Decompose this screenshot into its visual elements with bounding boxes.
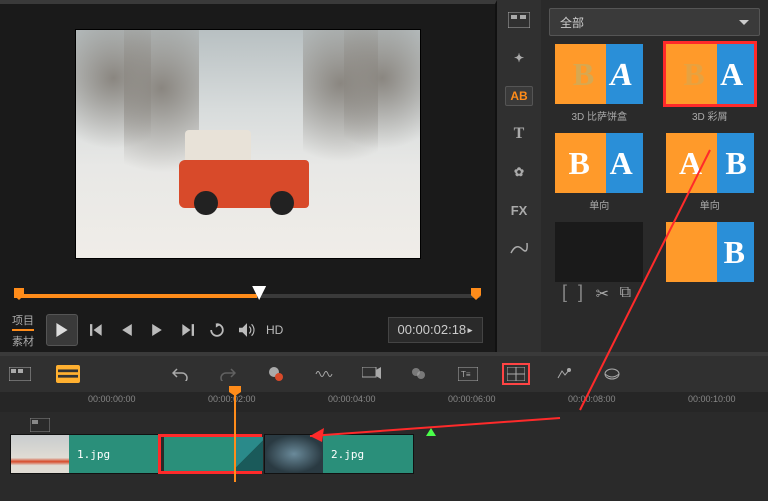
audio-mixer-icon[interactable]	[312, 365, 336, 383]
video-track-icon[interactable]	[29, 416, 51, 434]
redo-icon[interactable]	[216, 365, 240, 383]
skip-start-button[interactable]	[86, 319, 108, 341]
category-sidebar: ✦ AB T ✿ FX	[497, 0, 541, 352]
motion-track-icon[interactable]	[552, 365, 576, 383]
pan-zoom-icon[interactable]	[600, 365, 624, 383]
play-button[interactable]	[46, 314, 78, 346]
title-category-icon[interactable]: T	[505, 124, 533, 144]
preview-panel: [ ] ✂ ⧉ 项目 素材 HD 00:00:02:18▸	[0, 0, 497, 352]
transition-thumb[interactable]: AB单向	[660, 133, 761, 212]
prev-frame-button[interactable]	[116, 319, 138, 341]
transition-thumb[interactable]: BA3D 彩屑	[660, 44, 761, 123]
transition-thumb[interactable]: BA单向	[549, 133, 650, 212]
graphic-category-icon[interactable]: ✿	[505, 162, 533, 182]
skip-end-button[interactable]	[176, 319, 198, 341]
mark-out-icon[interactable]: ]	[578, 282, 583, 303]
timeline-panel: T≡ 00:00:00:00 00:00:02:00 00:00:04:00 0…	[0, 352, 768, 501]
timecode-display[interactable]: 00:00:02:18▸	[388, 317, 483, 343]
timeline-ruler[interactable]: 00:00:00:00 00:00:02:00 00:00:04:00 00:0…	[0, 392, 768, 412]
timeline-view-icon[interactable]	[56, 365, 80, 383]
auto-music-icon[interactable]	[360, 365, 384, 383]
transition-thumb[interactable]: BA3D 比萨饼盒	[549, 44, 650, 123]
subtitle-icon[interactable]: T≡	[456, 365, 480, 383]
material-label[interactable]: 素材	[12, 333, 34, 349]
multi-trim-icon[interactable]	[504, 365, 528, 383]
record-icon[interactable]	[264, 365, 288, 383]
filter-dropdown[interactable]: 全部	[549, 8, 760, 36]
svg-text:T≡: T≡	[461, 370, 471, 379]
timeline-toolbar: T≡	[0, 356, 768, 392]
next-frame-button[interactable]	[146, 319, 168, 341]
timeline-clip[interactable]: 1.jpg	[10, 434, 160, 474]
hd-label[interactable]: HD	[266, 323, 283, 337]
scrub-bar[interactable]: [ ] ✂ ⧉	[14, 284, 481, 308]
in-marker-icon[interactable]	[14, 288, 24, 300]
timeline-clip[interactable]: 2.jpg	[264, 434, 414, 474]
mark-in-icon[interactable]: [	[562, 282, 567, 303]
undo-icon[interactable]	[168, 365, 192, 383]
storyboard-view-icon[interactable]	[8, 365, 32, 383]
path-category-icon[interactable]	[505, 238, 533, 258]
transport-controls: 项目 素材 HD 00:00:02:18▸	[0, 308, 495, 352]
sparkle-category-icon[interactable]: ✦	[505, 48, 533, 68]
timeline-tracks[interactable]: 1.jpg 2.jpg	[0, 412, 768, 501]
media-category-icon[interactable]	[505, 10, 533, 30]
preview-frame	[75, 29, 421, 259]
volume-button[interactable]	[236, 319, 258, 341]
marker-icon[interactable]	[426, 428, 436, 436]
playhead[interactable]	[234, 392, 236, 482]
copy-icon[interactable]: ⧉	[620, 284, 631, 302]
transition-clip[interactable]	[158, 434, 262, 474]
fx-category-icon[interactable]: FX	[505, 200, 533, 220]
cut-icon[interactable]: ✂	[596, 284, 609, 304]
transition-thumb[interactable]: B	[660, 222, 761, 282]
loop-button[interactable]	[206, 319, 228, 341]
project-label[interactable]: 项目	[12, 312, 34, 331]
transition-thumb[interactable]	[549, 222, 650, 282]
preview-viewport[interactable]	[0, 4, 495, 284]
out-marker-icon[interactable]	[471, 288, 481, 300]
library-panel: ✦ AB T ✿ FX 全部 BA3D 比萨饼盒 BA3D 彩屑 BA单向 AB…	[497, 0, 768, 352]
transition-category-icon[interactable]: AB	[505, 86, 533, 106]
batch-convert-icon[interactable]	[408, 365, 432, 383]
